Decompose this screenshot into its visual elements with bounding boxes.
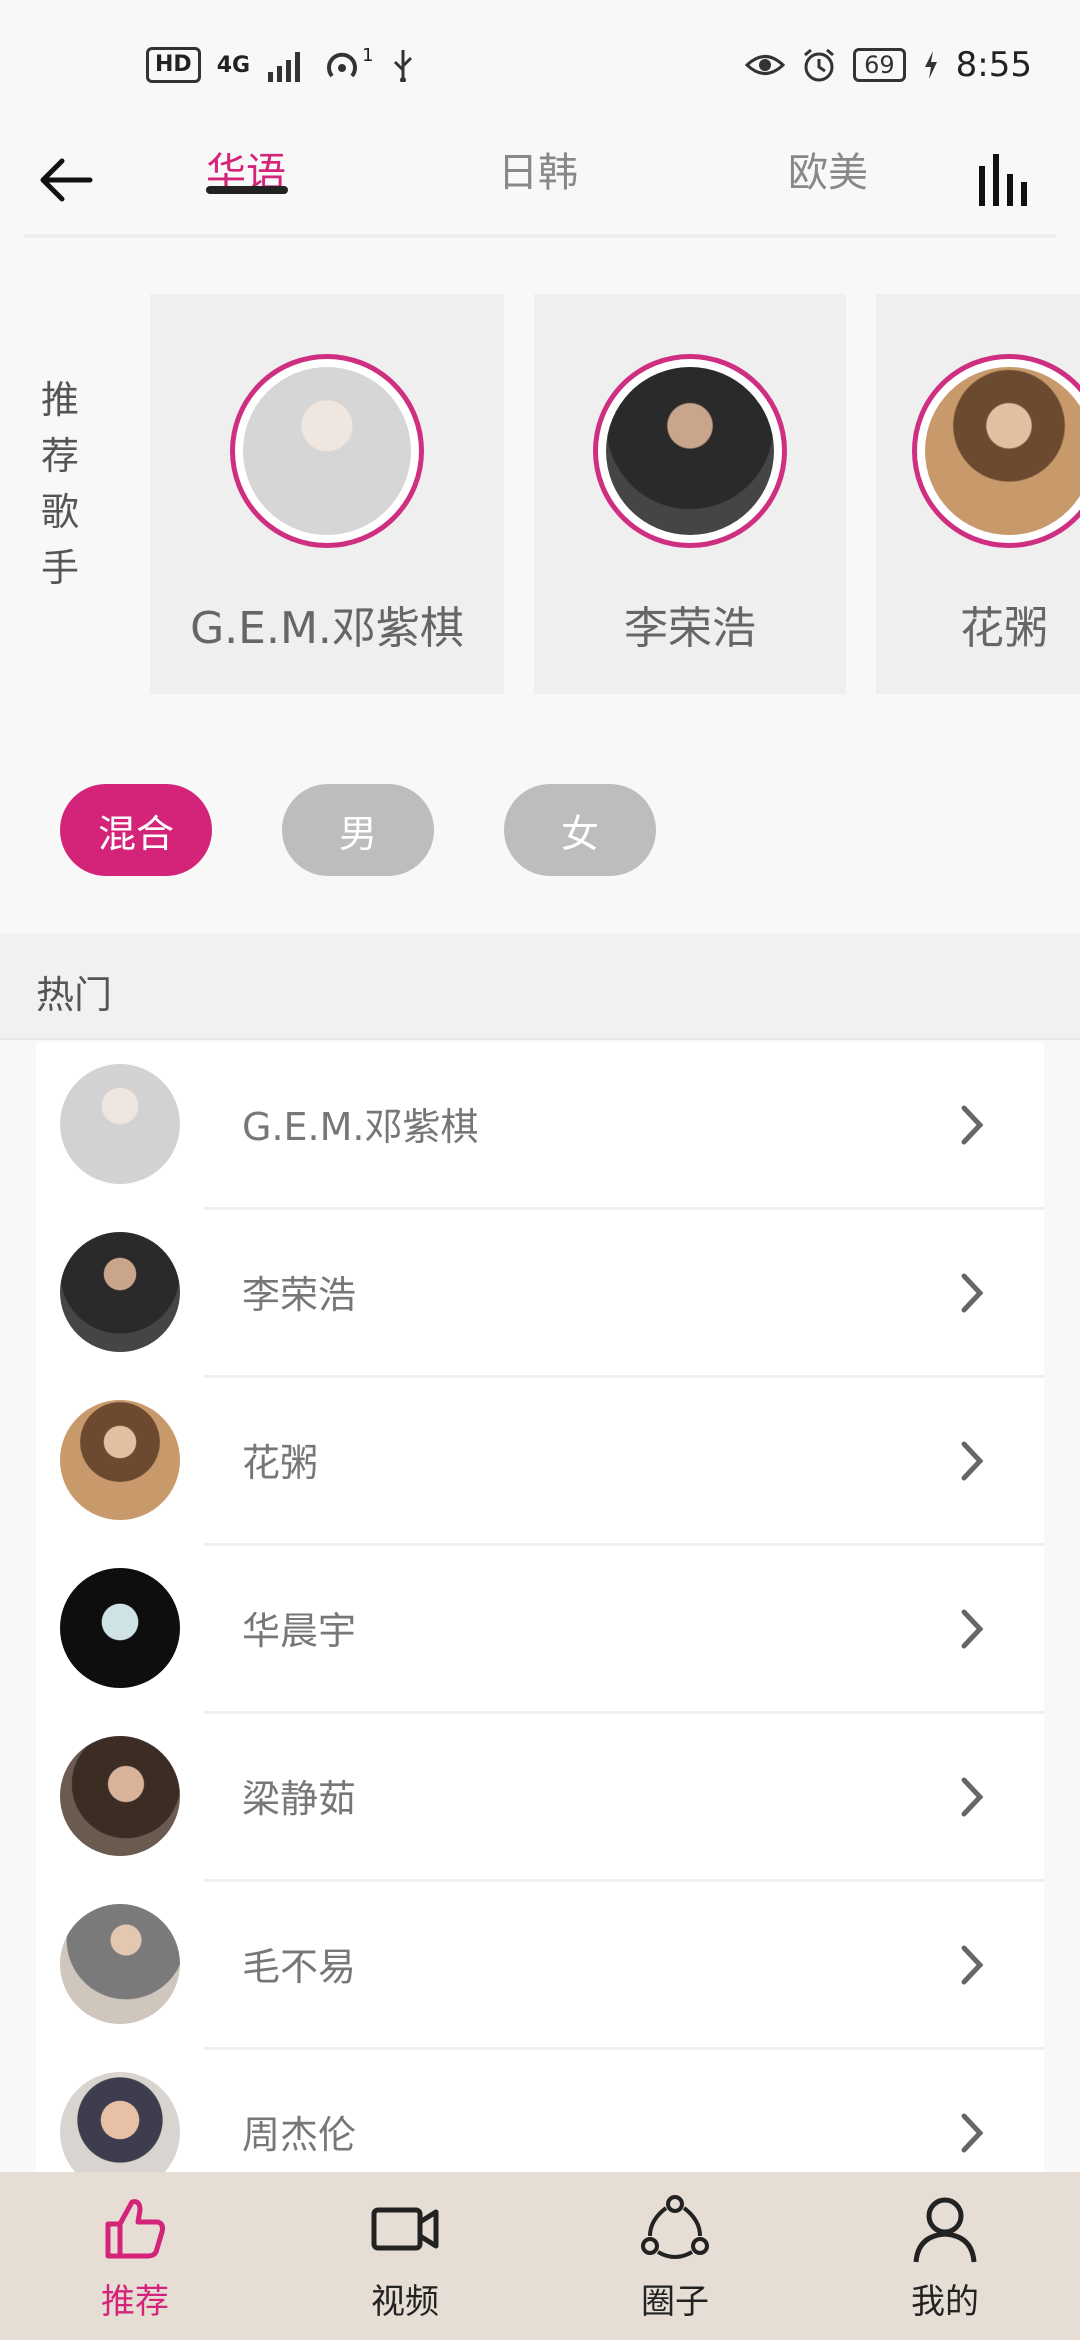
nav-mine-label: 我的: [911, 2282, 979, 2322]
chevron-right-icon: [961, 2113, 984, 2153]
chart-button[interactable]: [970, 130, 1040, 230]
list-item[interactable]: 花粥: [36, 1378, 1044, 1546]
singer-name: 周杰伦: [242, 2113, 357, 2157]
top-header: 华语 日韩 欧美: [0, 120, 1080, 240]
nav-recommend-label: 推荐: [101, 2282, 169, 2322]
filter-female[interactable]: 女: [504, 784, 656, 876]
sim-slot: 1: [362, 44, 374, 66]
chevron-right-icon: [961, 1945, 984, 1985]
alarm-icon: [804, 48, 835, 82]
singer-avatar: [60, 1064, 180, 1184]
charging-icon: [924, 51, 937, 79]
bar-chart-icon: [979, 154, 1027, 206]
hot-section-header: 热门: [0, 934, 1080, 1040]
signal-icon: [268, 52, 301, 82]
singer-avatar: [60, 1904, 180, 2024]
network-type: 4G: [216, 52, 251, 78]
list-item[interactable]: 梁静茹: [36, 1714, 1044, 1882]
chevron-right-icon: [961, 1777, 984, 1817]
nav-circle-label: 圈子: [641, 2282, 709, 2322]
video-camera-icon: [371, 2207, 439, 2251]
recommended-singer-card[interactable]: 李荣浩: [534, 294, 846, 694]
list-item[interactable]: 毛不易: [36, 1882, 1044, 2050]
recommended-label-char: 歌: [40, 490, 79, 534]
chevron-right-icon: [961, 1609, 984, 1649]
back-arrow-icon: [40, 158, 93, 202]
tab-western[interactable]: 欧美: [788, 140, 868, 198]
user-icon: [913, 2197, 977, 2263]
hot-singer-list: G.E.M.邓紫棋 李荣浩 花粥 华晨宇 梁静茹 毛不易 周杰伦: [36, 1042, 1044, 2172]
singer-avatar: [60, 2072, 180, 2172]
status-bar: HD 4G 1 69 8:55: [0, 0, 1080, 130]
list-item[interactable]: 周杰伦: [36, 2050, 1044, 2172]
nav-mine[interactable]: 我的: [810, 2172, 1080, 2340]
singer-name: 毛不易: [242, 1945, 357, 1989]
recommended-label: 推 荐 歌 手: [38, 372, 82, 596]
recommended-label-char: 推: [40, 378, 79, 422]
chevron-right-icon: [961, 1105, 984, 1145]
eye-icon: [745, 55, 786, 75]
hd-badge: HD: [146, 47, 201, 83]
chevron-right-icon: [961, 1441, 984, 1481]
singer-avatar: [593, 354, 787, 548]
recommended-label-char: 手: [40, 546, 79, 590]
singer-name: G.E.M.邓紫棋: [190, 603, 464, 654]
back-button[interactable]: [38, 135, 98, 225]
header-divider: [24, 234, 1056, 238]
nav-video-label: 视频: [371, 2282, 439, 2322]
singer-name: 李荣浩: [242, 1273, 357, 1317]
usb-icon: [393, 50, 412, 82]
status-right: 69 8:55: [745, 45, 1032, 85]
singer-avatar: [912, 354, 1080, 548]
singer-name: 梁静茹: [242, 1777, 357, 1821]
filter-mixed[interactable]: 混合: [60, 784, 212, 876]
list-item[interactable]: 李荣浩: [36, 1210, 1044, 1378]
singer-avatar: [60, 1568, 180, 1688]
bottom-navigation: 推荐 视频 圈子 我的: [0, 2172, 1080, 2340]
singer-avatar: [60, 1400, 180, 1520]
nav-video[interactable]: 视频: [270, 2172, 540, 2340]
singer-name: 李荣浩: [624, 603, 756, 654]
singer-name: 华晨宇: [242, 1609, 357, 1653]
hotspot-icon: [327, 52, 358, 78]
list-item[interactable]: 华晨宇: [36, 1546, 1044, 1714]
list-item[interactable]: G.E.M.邓紫棋: [36, 1042, 1044, 1210]
chevron-right-icon: [961, 1273, 984, 1313]
tab-japan-korea[interactable]: 日韩: [498, 140, 578, 198]
singer-name: G.E.M.邓紫棋: [242, 1105, 479, 1149]
filter-male[interactable]: 男: [282, 784, 434, 876]
singer-avatar: [230, 354, 424, 548]
clock: 8:55: [955, 45, 1032, 85]
share-circle-icon: [641, 2195, 709, 2259]
singer-avatar: [60, 1736, 180, 1856]
hot-section-title: 热门: [36, 973, 113, 1017]
recommended-singer-card[interactable]: 花粥: [876, 294, 1080, 694]
status-left: HD 4G 1: [146, 44, 416, 83]
recommended-label-char: 荐: [40, 434, 79, 478]
nav-circle[interactable]: 圈子: [540, 2172, 810, 2340]
battery-indicator: 69: [853, 48, 906, 82]
thumbs-up-icon: [105, 2199, 165, 2259]
singer-name: 花粥: [242, 1441, 319, 1485]
nav-recommend[interactable]: 推荐: [0, 2172, 270, 2340]
recommended-singer-card[interactable]: G.E.M.邓紫棋: [150, 294, 504, 694]
singer-name: 花粥: [960, 603, 1048, 654]
singer-avatar: [60, 1232, 180, 1352]
active-tab-indicator: [206, 186, 288, 194]
